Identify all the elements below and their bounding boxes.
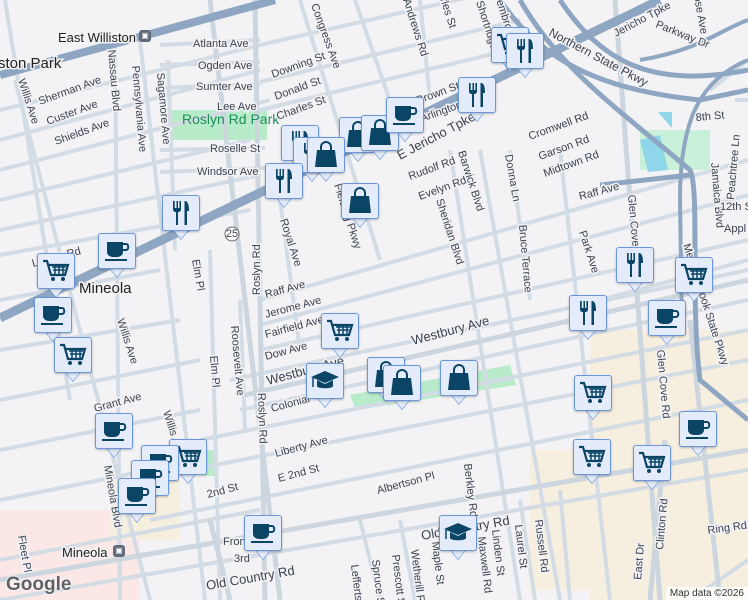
poi-marker-cup[interactable] bbox=[648, 300, 686, 348]
shopping-cart-icon bbox=[633, 445, 671, 481]
shopping-bag-icon bbox=[307, 137, 345, 173]
train-station-icon[interactable]: ▣ bbox=[139, 30, 151, 42]
poi-marker-cart[interactable] bbox=[321, 313, 359, 361]
street-label: Prescott St bbox=[389, 554, 407, 600]
poi-marker-cart[interactable] bbox=[37, 253, 75, 301]
poi-marker-cup[interactable] bbox=[679, 411, 717, 459]
street-label: Windsor Ave bbox=[197, 166, 259, 178]
coffee-cup-icon bbox=[244, 515, 282, 551]
street-label: Spruce St bbox=[369, 559, 387, 600]
coffee-cup-icon bbox=[648, 300, 686, 336]
street-label: Ogden Ave bbox=[198, 60, 252, 72]
street-label-ose-ave: ose Ave bbox=[691, 0, 710, 35]
poi-marker-fork[interactable] bbox=[458, 77, 496, 125]
shopping-bag-icon bbox=[440, 360, 478, 396]
street-label: Rudolf Rd bbox=[407, 155, 457, 183]
coffee-cup-icon bbox=[98, 233, 136, 269]
poi-marker-grad[interactable] bbox=[306, 363, 344, 411]
shopping-bag-icon bbox=[341, 183, 379, 219]
place-mineola: Mineola bbox=[79, 280, 132, 297]
street-label: Peachtree Ln bbox=[725, 134, 743, 200]
poi-marker-bag[interactable] bbox=[307, 137, 345, 185]
graduation-cap-icon bbox=[306, 363, 344, 399]
street-label: 2nd St bbox=[206, 481, 240, 501]
street-label: Appl bbox=[724, 223, 746, 235]
street-label: Elm Pl bbox=[207, 355, 222, 388]
street-label: Berkley Rd bbox=[461, 463, 479, 518]
street-label: E 2nd St bbox=[277, 462, 321, 485]
coffee-cup-icon bbox=[34, 297, 72, 333]
shopping-cart-icon bbox=[37, 253, 75, 289]
google-logo: Google bbox=[6, 574, 72, 595]
street-label: Jamaica Blvd bbox=[708, 162, 726, 228]
restaurant-icon bbox=[569, 295, 607, 331]
map-base: 25 East Williston ston Park Mineola Mine… bbox=[0, 0, 748, 600]
poi-marker-cart[interactable] bbox=[633, 445, 671, 493]
poi-marker-cup[interactable] bbox=[95, 413, 133, 461]
restaurant-icon bbox=[162, 195, 200, 231]
coffee-cup-icon bbox=[386, 97, 424, 133]
street-label: Colonial bbox=[270, 393, 312, 415]
restaurant-icon bbox=[506, 33, 544, 69]
poi-marker-fork[interactable] bbox=[265, 163, 303, 211]
poi-marker-cup[interactable] bbox=[244, 515, 282, 563]
street-label: Donna Ln bbox=[502, 153, 522, 202]
poi-marker-bag[interactable] bbox=[383, 365, 421, 413]
street-label: Bruce Terrace bbox=[516, 224, 534, 293]
street-label: Roslyn Rd bbox=[251, 244, 263, 295]
street-label: 8th St bbox=[695, 110, 725, 124]
place-east-williston: East Williston bbox=[58, 30, 136, 45]
street-label: Elm Pl bbox=[189, 258, 206, 291]
restaurant-icon bbox=[616, 247, 654, 283]
coffee-cup-icon bbox=[679, 411, 717, 447]
shopping-bag-icon bbox=[383, 365, 421, 401]
street-label: Nassau Blvd bbox=[105, 49, 122, 112]
poi-marker-fork[interactable] bbox=[616, 247, 654, 295]
street-label: Sumter Ave bbox=[196, 81, 253, 93]
restaurant-icon bbox=[458, 77, 496, 113]
street-label: Liberty Ave bbox=[274, 434, 329, 460]
shopping-cart-icon bbox=[321, 313, 359, 349]
street-label: Roslyn Rd bbox=[255, 393, 269, 444]
street-label: Atlanta Ave bbox=[193, 38, 248, 50]
graduation-cap-icon bbox=[439, 515, 477, 551]
train-station-icon[interactable]: ▣ bbox=[113, 545, 125, 557]
poi-marker-cup[interactable] bbox=[386, 97, 424, 145]
poi-marker-fork[interactable] bbox=[506, 33, 544, 81]
coffee-cup-icon bbox=[118, 478, 156, 514]
street-label: Roselle St bbox=[210, 143, 260, 155]
park-roslyn-rd: Roslyn Rd Park bbox=[182, 111, 280, 127]
shopping-cart-icon bbox=[574, 375, 612, 411]
street-label: Lefferts bbox=[348, 564, 364, 600]
poi-marker-bag[interactable] bbox=[341, 183, 379, 231]
shopping-cart-icon bbox=[675, 257, 713, 293]
place-williston-park: ston Park bbox=[0, 55, 62, 72]
station-mineola: Mineola bbox=[62, 545, 108, 560]
poi-marker-fork[interactable] bbox=[569, 295, 607, 343]
poi-marker-fork[interactable] bbox=[162, 195, 200, 243]
map-attribution[interactable]: Map data ©2026 bbox=[665, 587, 748, 600]
street-label: Raff Ave bbox=[264, 279, 307, 301]
restaurant-icon bbox=[265, 163, 303, 199]
coffee-cup-icon bbox=[95, 413, 133, 449]
poi-marker-cart[interactable] bbox=[54, 337, 92, 385]
poi-marker-cart[interactable] bbox=[573, 439, 611, 487]
route-25-shield: 25 bbox=[224, 226, 240, 242]
poi-marker-cart[interactable] bbox=[574, 375, 612, 423]
shopping-cart-icon bbox=[54, 337, 92, 373]
shopping-cart-icon bbox=[573, 439, 611, 475]
street-label: Lee Ave bbox=[217, 101, 257, 113]
poi-marker-grad[interactable] bbox=[439, 515, 477, 563]
route-25-label: 25 bbox=[226, 228, 238, 240]
poi-marker-bag[interactable] bbox=[440, 360, 478, 408]
street-label: 12th St bbox=[720, 201, 748, 213]
poi-marker-cart[interactable] bbox=[675, 257, 713, 305]
street-label: Royal Ave bbox=[277, 217, 304, 268]
poi-marker-cup[interactable] bbox=[98, 233, 136, 281]
map-view[interactable]: 25 East Williston ston Park Mineola Mine… bbox=[0, 0, 748, 600]
poi-marker-cup[interactable] bbox=[118, 478, 156, 526]
